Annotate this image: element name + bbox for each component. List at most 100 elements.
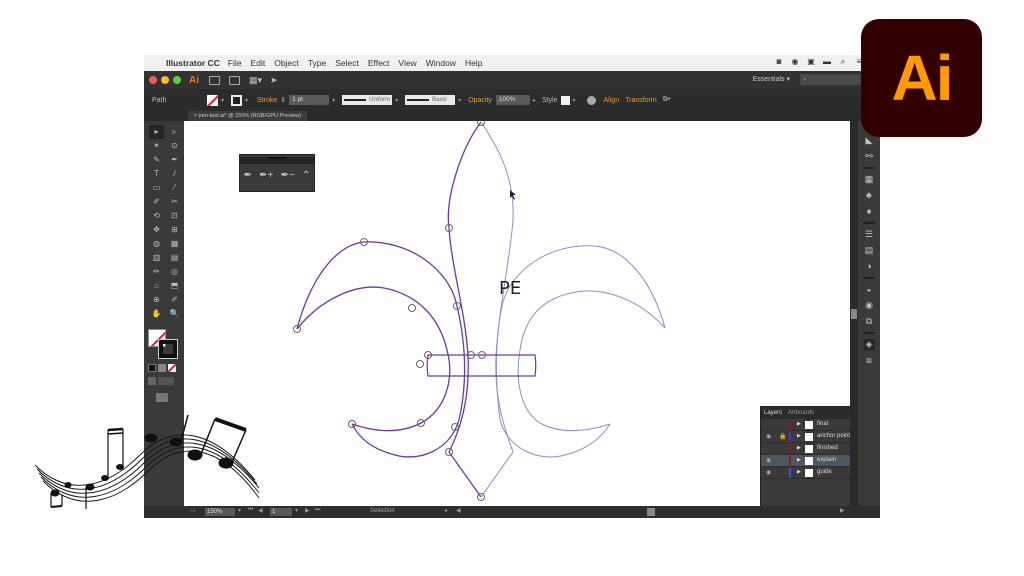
tool-button[interactable]: ✒ [167, 153, 182, 167]
menu-file[interactable]: File [228, 58, 242, 68]
chevron-down-icon[interactable]: ▸ [533, 97, 536, 104]
right-petal-outer-path[interactable] [495, 245, 666, 458]
display-icon[interactable]: ▬ [822, 57, 832, 67]
fill-swatch[interactable] [207, 94, 218, 106]
next-artboard-icon[interactable]: ▶ [305, 507, 310, 514]
layer-row[interactable]: ◉ ▶ guide [761, 467, 850, 479]
draw-normal-icon[interactable] [148, 377, 156, 385]
tab-artboards[interactable]: Artboards [788, 410, 814, 416]
visibility-eye-icon[interactable]: ◉ [766, 433, 771, 440]
artboard-number-field[interactable]: 1 [270, 508, 292, 516]
chevron-down-icon[interactable]: ▾ [221, 97, 224, 104]
tool-button[interactable]: ✐ [167, 293, 182, 307]
tool-button[interactable]: ⟲ [149, 209, 164, 223]
add-anchor-point-icon[interactable]: ✒+ [259, 170, 273, 181]
expand-triangle-icon[interactable]: ▶ [797, 421, 801, 427]
menu-type[interactable]: Type [308, 58, 326, 68]
record-icon[interactable]: ◙ [774, 57, 784, 67]
send-icon[interactable]: ➤ [270, 75, 278, 86]
last-artboard-icon[interactable]: ⏭ [315, 507, 320, 514]
properties-icon[interactable]: ◣ [864, 135, 875, 146]
chevron-down-icon[interactable]: ▾ [332, 97, 335, 104]
flyout-grip[interactable] [268, 157, 286, 159]
scroll-left-icon[interactable]: ◀ [456, 507, 461, 514]
tool-button[interactable]: ✂ [167, 195, 182, 209]
artboard-caret-icon[interactable]: ▾ [295, 507, 298, 514]
tool-button[interactable]: T [149, 167, 164, 181]
layer-name[interactable]: anchor points [817, 433, 850, 439]
graphic-styles-icon[interactable]: ◉ [864, 300, 875, 311]
expand-triangle-icon[interactable]: ▶ [797, 445, 801, 451]
arrange-documents-icon[interactable]: ▦▾ [249, 75, 262, 86]
close-window-button[interactable] [149, 76, 157, 84]
artboard-canvas[interactable]: PE ✒ ✒+ ✒− ⌃ Layers Artboards ≡ ▶ final ◉ 🔒… [184, 121, 850, 506]
tool-button[interactable]: ▹ [167, 125, 182, 139]
expand-triangle-icon[interactable]: ▶ [797, 457, 801, 463]
lock-icon[interactable]: 🔒 [779, 433, 786, 440]
menu-object[interactable]: Object [274, 58, 299, 68]
gradient-button[interactable] [158, 364, 166, 372]
anchor-point-tool-icon[interactable]: ⌃ [302, 170, 310, 181]
eye-icon[interactable]: ◉ [790, 57, 800, 67]
chevron-down-icon[interactable]: ▾ [573, 97, 576, 104]
none-button[interactable] [168, 364, 176, 372]
expand-triangle-icon[interactable]: ▶ [797, 469, 801, 475]
asset-export-icon[interactable]: ⧈ [864, 355, 875, 366]
tool-button[interactable]: ◍ [149, 237, 164, 251]
menu-edit[interactable]: Edit [251, 58, 266, 68]
left-petal-inner-path[interactable] [296, 286, 451, 432]
tool-button[interactable]: ⊕ [149, 293, 164, 307]
layer-name[interactable]: finished [817, 445, 838, 451]
anchor-point[interactable] [416, 360, 424, 368]
stock-icon[interactable] [229, 75, 240, 85]
minimize-window-button[interactable] [161, 76, 169, 84]
vertical-scrollbar[interactable] [850, 121, 858, 506]
layer-row[interactable]: ◉ ▶ explain [761, 455, 850, 467]
graphic-style-swatch[interactable] [560, 95, 570, 105]
stroke-weight-field[interactable]: 1 pt [289, 95, 330, 105]
scroll-thumb[interactable] [851, 309, 857, 319]
document-tab[interactable]: × pen-tool.ai* @ 150% (RGB/GPU Preview) [188, 111, 307, 121]
center-petal-right-path[interactable] [480, 121, 514, 498]
tool-button[interactable]: ⬒ [167, 279, 182, 293]
tool-button[interactable]: ◎ [167, 265, 182, 279]
screen-icon[interactable]: ▣ [806, 57, 816, 67]
align-link[interactable]: Align [604, 97, 620, 104]
brush-definition[interactable]: Basic [405, 95, 456, 105]
scroll-right-icon[interactable]: ▶ [840, 507, 845, 514]
left-petal-outer-path[interactable] [296, 241, 466, 458]
stroke-black-swatch[interactable] [158, 339, 178, 359]
anchor-point[interactable] [477, 121, 485, 126]
tool-button[interactable]: ✐ [149, 195, 164, 209]
variable-width-profile[interactable]: Uniform [342, 95, 393, 105]
workspace-switcher[interactable]: Essentials ▾ [753, 75, 790, 83]
tool-button[interactable]: ✎ [149, 153, 164, 167]
symbols-icon[interactable]: ♣ [864, 190, 875, 201]
tool-button[interactable]: ▤ [167, 251, 182, 265]
recolor-artwork-icon[interactable] [586, 95, 596, 105]
menu-effect[interactable]: Effect [368, 58, 390, 68]
stroke-swatch[interactable] [231, 94, 243, 106]
pen-tool-icon[interactable]: ✒ [244, 170, 252, 181]
bridge-icon[interactable] [209, 75, 220, 85]
tool-button[interactable]: ✏ [149, 265, 164, 279]
tool-button[interactable]: ▦ [167, 237, 182, 251]
opacity-link[interactable]: Opacity [468, 97, 492, 104]
tool-button[interactable]: ▥ [149, 251, 164, 265]
visibility-eye-icon[interactable]: ◉ [766, 469, 771, 476]
center-petal-left-path[interactable] [447, 121, 482, 498]
layer-name[interactable]: explain [817, 457, 836, 463]
tool-button[interactable]: ⊙ [167, 139, 182, 153]
stroke-link[interactable]: Stroke [257, 97, 277, 104]
tab-layers[interactable]: Layers [764, 410, 782, 416]
chevron-down-icon[interactable]: ▾ [245, 97, 248, 104]
search-icon[interactable]: ⌕ [838, 57, 848, 67]
menu-select[interactable]: Select [335, 58, 359, 68]
right-petal-inner-path[interactable] [517, 290, 666, 432]
tool-button[interactable]: ✋ [149, 307, 164, 321]
stroke-panel-icon[interactable]: ☰ [864, 229, 875, 240]
delete-anchor-point-icon[interactable]: ✒− [281, 170, 295, 181]
tool-button[interactable]: ⊡ [167, 209, 182, 223]
tool-button[interactable]: 🔍 [167, 307, 182, 321]
transparency-icon[interactable]: ◑ [864, 261, 875, 272]
